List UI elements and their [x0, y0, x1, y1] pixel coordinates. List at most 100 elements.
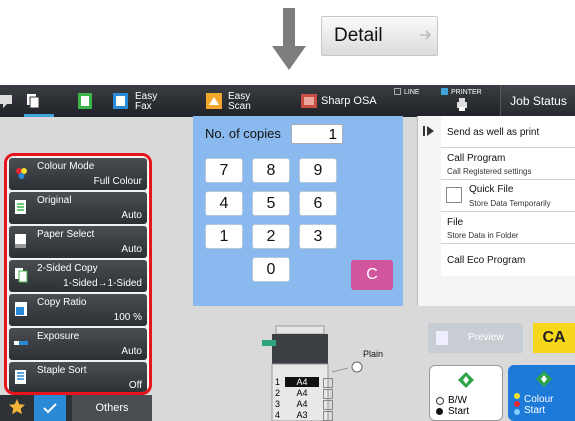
- black-dot-icon: [436, 408, 443, 415]
- colour-mode-setting[interactable]: Colour Mode Full Colour: [9, 158, 147, 190]
- magenta-dot-icon: [514, 401, 520, 407]
- tray-status-icon: [323, 389, 333, 399]
- call-program-item[interactable]: Call Program Call Registered settings: [441, 147, 575, 180]
- two-sided-copy-title: 2-Sided Copy: [37, 263, 98, 274]
- key-3[interactable]: 3: [299, 224, 337, 249]
- colour-mode-icon: [16, 168, 27, 179]
- tray-status-icon: [323, 411, 333, 421]
- copy-ratio-setting[interactable]: Copy Ratio 100 %: [9, 294, 147, 326]
- preview-button[interactable]: Preview: [428, 323, 523, 353]
- call-program-title: Call Program: [447, 153, 506, 164]
- key-5[interactable]: 5: [252, 191, 290, 216]
- speech-icon[interactable]: [0, 93, 18, 109]
- send-as-well-as-print-item[interactable]: Send as well as print: [441, 116, 575, 147]
- colour-mode-title: Colour Mode: [37, 161, 95, 172]
- others-button[interactable]: Others: [72, 395, 152, 421]
- line-label: LINE: [404, 89, 420, 96]
- copier-screen: Easy Fax Easy Scan Sharp OSA LINE PRINTE…: [0, 85, 575, 421]
- printer-icon[interactable]: [455, 98, 469, 112]
- key-2[interactable]: 2: [252, 224, 290, 249]
- sharp-osa-icon[interactable]: [301, 94, 317, 108]
- preview-label: Preview: [468, 332, 504, 343]
- colour-label: Colour: [524, 394, 554, 405]
- file-sub: Store Data in Folder: [447, 231, 519, 240]
- quick-file-title: Quick File: [469, 184, 514, 195]
- bw-label: B/W: [448, 395, 467, 406]
- easy-scan-icon[interactable]: [205, 92, 223, 110]
- bw-dot-icon: [436, 397, 444, 405]
- paper-select-value: Auto: [121, 244, 142, 255]
- staple-sort-setting[interactable]: Staple Sort Off: [9, 362, 147, 392]
- tray-size-selected[interactable]: A4: [285, 377, 319, 387]
- colour-start-button[interactable]: Colour Start: [508, 365, 575, 421]
- yellow-dot-icon: [514, 393, 520, 399]
- paper-select-setting[interactable]: Paper Select Auto: [9, 226, 147, 258]
- call-eco-program-title: Call Eco Program: [447, 255, 526, 266]
- quick-file-sub: Store Data Temporarily: [469, 199, 551, 208]
- star-icon[interactable]: [8, 398, 26, 416]
- key-0[interactable]: 0: [252, 257, 290, 282]
- original-value: Auto: [121, 210, 142, 221]
- send-as-well-as-print-title: Send as well as print: [447, 127, 540, 138]
- tray-size[interactable]: A4: [285, 399, 319, 409]
- check-button[interactable]: [34, 395, 66, 421]
- down-arrow-icon: [272, 46, 306, 70]
- call-program-sub: Call Registered settings: [447, 167, 532, 176]
- key-6[interactable]: 6: [299, 191, 337, 216]
- copy-icon[interactable]: [25, 92, 41, 110]
- two-sided-copy-setting[interactable]: 2-Sided Copy 1-Sided→1-Sided: [9, 260, 147, 292]
- tray-size[interactable]: A4: [285, 388, 319, 398]
- job-status-button[interactable]: Job Status: [500, 85, 575, 117]
- bw-start-label: Start: [448, 406, 470, 417]
- easy-fax-line2[interactable]: Fax: [135, 101, 152, 112]
- key-7[interactable]: 7: [205, 158, 243, 183]
- tray-number: 4: [275, 410, 281, 420]
- tray-size[interactable]: A3: [285, 410, 319, 420]
- detail-button-label: Detail: [334, 25, 383, 46]
- clear-all-button[interactable]: CA: [533, 323, 575, 353]
- active-tab-indicator: [24, 114, 54, 117]
- down-arrow-shaft: [283, 8, 295, 48]
- easy-fax-icon[interactable]: [112, 92, 129, 110]
- exposure-setting[interactable]: Exposure Auto: [9, 328, 147, 360]
- easy-scan-line2[interactable]: Scan: [228, 101, 251, 112]
- exposure-value: Auto: [121, 346, 142, 357]
- staple-sort-icon: [15, 370, 26, 384]
- copies-input[interactable]: 1: [291, 124, 343, 144]
- duplex-icon: [15, 268, 28, 283]
- two-sided-copy-value: 1-Sided→1-Sided: [63, 278, 142, 289]
- clear-button[interactable]: C: [351, 260, 393, 290]
- cyan-dot-icon: [514, 409, 520, 415]
- call-eco-program-item[interactable]: Call Eco Program: [441, 243, 575, 276]
- original-title: Original: [37, 195, 72, 206]
- sharp-osa-label[interactable]: Sharp OSA: [321, 96, 377, 107]
- bottom-left-bar: Others: [0, 395, 152, 421]
- paper-feed-icon: [351, 361, 363, 373]
- arrow-right-icon: [420, 30, 432, 40]
- exposure-title: Exposure: [37, 331, 80, 342]
- paper-select-icon: [15, 234, 26, 248]
- file-title: File: [447, 217, 464, 228]
- original-setting[interactable]: Original Auto: [9, 192, 147, 224]
- tray-status-icon: [323, 378, 333, 388]
- key-9[interactable]: 9: [299, 158, 337, 183]
- top-bar: Easy Fax Easy Scan Sharp OSA LINE PRINTE…: [0, 85, 575, 117]
- copies-keypad: No. of copies 1 7 8 9 4 5 6 1 2 3 0 C: [193, 116, 403, 306]
- collapse-panel-icon[interactable]: [423, 126, 435, 136]
- tray-number: 3: [275, 399, 281, 409]
- file-item[interactable]: File Store Data in Folder: [441, 211, 575, 244]
- bw-start-button[interactable]: B/W Start: [429, 365, 503, 421]
- paper-type-label: Plain: [363, 349, 384, 359]
- key-8[interactable]: 8: [252, 158, 290, 183]
- document-green-icon[interactable]: [77, 92, 93, 110]
- right-menu: Send as well as print Call Program Call …: [417, 116, 575, 306]
- tray-list: 1 A4 2 A4 3 A4 4 A3: [275, 377, 333, 421]
- key-1[interactable]: 1: [205, 224, 243, 249]
- staple-sort-title: Staple Sort: [37, 365, 87, 376]
- quick-file-item[interactable]: Quick File Store Data Temporarily: [441, 179, 575, 212]
- settings-panel: Colour Mode Full Colour Original Auto Pa…: [4, 153, 152, 395]
- key-4[interactable]: 4: [205, 191, 243, 216]
- quick-file-checkbox[interactable]: [446, 187, 462, 203]
- line-status-icon: [394, 88, 401, 95]
- copies-label: No. of copies: [205, 126, 281, 141]
